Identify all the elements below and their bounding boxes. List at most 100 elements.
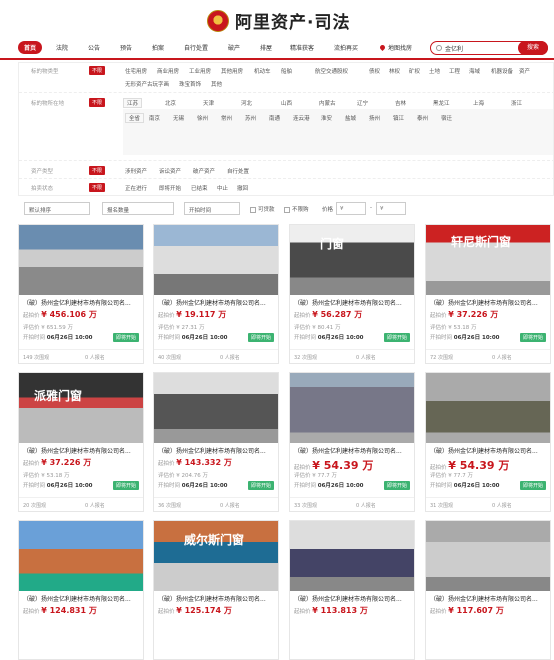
filter-option[interactable]: 机器设备 <box>491 67 513 75</box>
listing-photo[interactable] <box>290 373 414 443</box>
filter-option[interactable]: 船舶 <box>281 67 292 75</box>
nav-item-court[interactable]: 法院 <box>56 43 68 52</box>
province-option[interactable]: 河北 <box>241 99 252 107</box>
listing-card[interactable]: （破）扬州金亿利建材市场有限公司名... 起拍价 ¥ 54.39 万评估价 ¥ … <box>289 372 415 512</box>
listing-title[interactable]: （破）扬州金亿利建材市场有限公司名... <box>23 594 141 603</box>
city-option[interactable]: 宿迁 <box>441 114 452 122</box>
listing-card[interactable]: 轩尼斯门窗 （破）扬州金亿利建材市场有限公司名... 起拍价 ¥ 37.226 … <box>425 224 551 364</box>
listing-photo[interactable]: 门窗 <box>290 225 414 295</box>
filter-option[interactable]: 涉刑资产 <box>125 167 147 175</box>
unlimited-tag[interactable]: 不限 <box>89 98 106 107</box>
listing-photo[interactable] <box>19 225 143 295</box>
listing-photo[interactable]: 派雅门窗 <box>19 373 143 443</box>
listing-title[interactable]: （破）扬州金亿利建材市场有限公司名... <box>294 594 412 603</box>
listing-title[interactable]: （破）扬州金亿利建材市场有限公司名... <box>430 298 548 307</box>
city-option[interactable]: 南京 <box>149 114 160 122</box>
sort-select[interactable]: 默认排序 <box>24 202 90 215</box>
nav-item-relist[interactable]: 流拍再买 <box>334 43 358 52</box>
nav-item-precise[interactable]: 精准获客 <box>290 43 314 52</box>
filter-option[interactable]: 土地 <box>429 67 440 75</box>
city-option[interactable]: 南通 <box>269 114 280 122</box>
listing-photo[interactable] <box>426 373 550 443</box>
province-option[interactable]: 北京 <box>165 99 176 107</box>
nav-item-self-disposal[interactable]: 自行处置 <box>184 43 208 52</box>
province-option[interactable]: 天津 <box>203 99 214 107</box>
filter-option[interactable]: 机动车 <box>254 67 271 75</box>
listing-card[interactable]: 派雅门窗 （破）扬州金亿利建材市场有限公司名... 起拍价 ¥ 37.226 万… <box>18 372 144 512</box>
listing-card[interactable]: （破）扬州金亿利建材市场有限公司名... 起拍价 ¥ 124.831 万 <box>18 520 144 660</box>
price-min-input[interactable]: ¥ <box>336 202 366 215</box>
city-option-selected[interactable]: 全省 <box>125 113 145 123</box>
filter-option[interactable]: 自行处置 <box>227 167 249 175</box>
listing-photo[interactable] <box>154 373 278 443</box>
filter-option[interactable]: 即将开始 <box>159 184 181 192</box>
city-option[interactable]: 连云港 <box>293 114 310 122</box>
filter-option[interactable]: 矿权 <box>409 67 420 75</box>
filter-option[interactable]: 债权 <box>369 67 380 75</box>
province-option[interactable]: 上海 <box>473 99 484 107</box>
listing-title[interactable]: （破）扬州金亿利建材市场有限公司名... <box>158 594 276 603</box>
filter-option[interactable]: 诉讼资产 <box>159 167 181 175</box>
listing-photo[interactable] <box>426 521 550 591</box>
filter-option[interactable]: 股权 <box>337 67 348 75</box>
province-option[interactable]: 内蒙古 <box>319 99 336 107</box>
city-option[interactable]: 常州 <box>221 114 232 122</box>
city-option[interactable]: 无锡 <box>173 114 184 122</box>
unlimited-tag[interactable]: 不限 <box>89 183 106 192</box>
filter-option[interactable]: 住宅用房 <box>125 67 147 75</box>
filter-option[interactable]: 无形资产 <box>125 80 147 88</box>
city-option[interactable]: 淮安 <box>321 114 332 122</box>
filter-option[interactable]: 已结束 <box>191 184 208 192</box>
unlimited-tag[interactable]: 不限 <box>89 66 106 75</box>
city-option[interactable]: 徐州 <box>197 114 208 122</box>
filter-option[interactable]: 海域 <box>469 67 480 75</box>
listing-title[interactable]: （破）扬州金亿利建材市场有限公司名... <box>158 446 276 455</box>
listing-photo[interactable]: 威尔斯门窗 <box>154 521 278 591</box>
listing-card[interactable]: （破）扬州金亿利建材市场有限公司名... 起拍价 ¥ 456.106 万评估价 … <box>18 224 144 364</box>
city-option[interactable]: 泰州 <box>417 114 428 122</box>
nav-item-notice[interactable]: 公告 <box>88 43 100 52</box>
listing-photo[interactable] <box>290 521 414 591</box>
signup-select[interactable]: 报名数量 <box>102 202 174 215</box>
filter-option[interactable]: 其他用房 <box>221 67 243 75</box>
province-option[interactable]: 吉林 <box>395 99 406 107</box>
listing-photo[interactable] <box>154 225 278 295</box>
unlimited-tag[interactable]: 不限 <box>89 166 106 175</box>
filter-option[interactable]: 破产资产 <box>193 167 215 175</box>
listing-card[interactable]: （破）扬州金亿利建材市场有限公司名... 起拍价 ¥ 113.813 万 <box>289 520 415 660</box>
listing-title[interactable]: （破）扬州金亿利建材市场有限公司名... <box>430 446 548 455</box>
filter-option[interactable]: 古玩字画 <box>147 80 169 88</box>
listing-card[interactable]: （破）扬州金亿利建材市场有限公司名... 起拍价 ¥ 54.39 万评估价 ¥ … <box>425 372 551 512</box>
listing-title[interactable]: （破）扬州金亿利建材市场有限公司名... <box>294 446 412 455</box>
city-option[interactable]: 盐城 <box>345 114 356 122</box>
price-max-input[interactable]: ¥ <box>376 202 406 215</box>
listing-photo[interactable]: 轩尼斯门窗 <box>426 225 550 295</box>
province-option[interactable]: 黑龙江 <box>433 99 450 107</box>
search-button[interactable]: 搜索 <box>518 41 548 55</box>
listing-card[interactable]: （破）扬州金亿利建材市场有限公司名... 起拍价 ¥ 19.117 万评估价 ¥… <box>153 224 279 364</box>
filter-option[interactable]: 商业用房 <box>157 67 179 75</box>
filter-option[interactable]: 正在进行 <box>125 184 147 192</box>
listing-card[interactable]: （破）扬州金亿利建材市场有限公司名... 起拍价 ¥ 117.607 万 <box>425 520 551 660</box>
province-option[interactable]: 山西 <box>281 99 292 107</box>
nav-item-cases[interactable]: 拍案 <box>152 43 164 52</box>
listing-photo[interactable] <box>19 521 143 591</box>
nav-item-home[interactable]: 首页 <box>18 41 43 54</box>
listing-title[interactable]: （破）扬州金亿利建材市场有限公司名... <box>23 446 141 455</box>
listing-card[interactable]: 威尔斯门窗 （破）扬州金亿利建材市场有限公司名... 起拍价 ¥ 125.174… <box>153 520 279 660</box>
filter-option[interactable]: 撤回 <box>237 184 248 192</box>
map-search-link[interactable]: 地图找房 <box>378 43 412 52</box>
site-logo[interactable]: 阿里资产·司法 <box>207 8 350 33</box>
filter-option[interactable]: 中止 <box>217 184 228 192</box>
province-option-selected[interactable]: 江苏 <box>123 98 143 108</box>
filter-option[interactable]: 林权 <box>389 67 400 75</box>
search-input[interactable]: 金亿利 <box>445 44 463 53</box>
filter-option[interactable]: 航空交通 <box>315 67 337 75</box>
city-option[interactable]: 苏州 <box>245 114 256 122</box>
filter-option[interactable]: 珠宝首饰 <box>179 80 201 88</box>
listing-title[interactable]: （破）扬州金亿利建材市场有限公司名... <box>430 594 548 603</box>
city-option[interactable]: 镇江 <box>393 114 404 122</box>
time-select[interactable]: 开拍时间 <box>184 202 240 215</box>
loan-checkbox[interactable]: 可贷款 <box>250 205 275 213</box>
listing-title[interactable]: （破）扬州金亿利建材市场有限公司名... <box>158 298 276 307</box>
